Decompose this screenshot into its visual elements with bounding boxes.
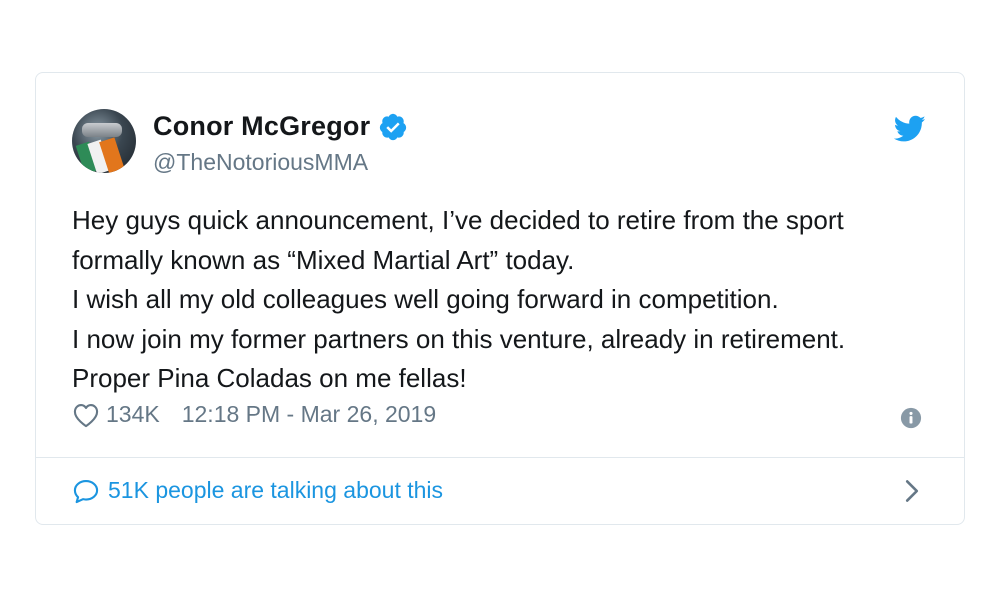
chevron-right-icon[interactable] [904, 479, 920, 503]
avatar-belt-detail [82, 123, 122, 137]
tweet-text-line: Hey guys quick announcement, I’ve decide… [72, 205, 844, 235]
twitter-bird-icon[interactable] [894, 115, 926, 143]
tweet-text: Hey guys quick announcement, I’ve decide… [72, 201, 942, 399]
author-name-row: Conor McGregor [153, 111, 408, 142]
conversation-label[interactable]: 51K people are talking about this [108, 477, 443, 504]
author-display-name[interactable]: Conor McGregor [153, 111, 370, 142]
author-handle[interactable]: @TheNotoriousMMA [153, 149, 368, 176]
conversation-link[interactable]: 51K people are talking about this [72, 477, 443, 504]
tweet-meta: 134K 12:18 PM - Mar 26, 2019 [72, 401, 436, 428]
avatar[interactable] [72, 109, 136, 173]
divider [36, 457, 964, 458]
verified-badge-icon [380, 113, 407, 140]
speech-bubble-icon [73, 479, 99, 503]
like-count[interactable]: 134K [106, 401, 160, 428]
tweet-timestamp[interactable]: 12:18 PM - Mar 26, 2019 [182, 401, 436, 428]
info-icon[interactable] [900, 407, 922, 429]
tweet-text-line: I now join my former partners on this ve… [72, 323, 846, 354]
tweet-text-line: Proper Pina Coladas on me fellas! [72, 363, 467, 393]
tweet-text-line: I wish all my old colleagues well going … [72, 284, 779, 314]
heart-icon[interactable] [72, 402, 100, 428]
tweet-text-line: formally known as “Mixed Martial Art” to… [72, 244, 575, 275]
tweet-card: Conor McGregor @TheNotoriousMMA Hey guys… [35, 72, 965, 525]
